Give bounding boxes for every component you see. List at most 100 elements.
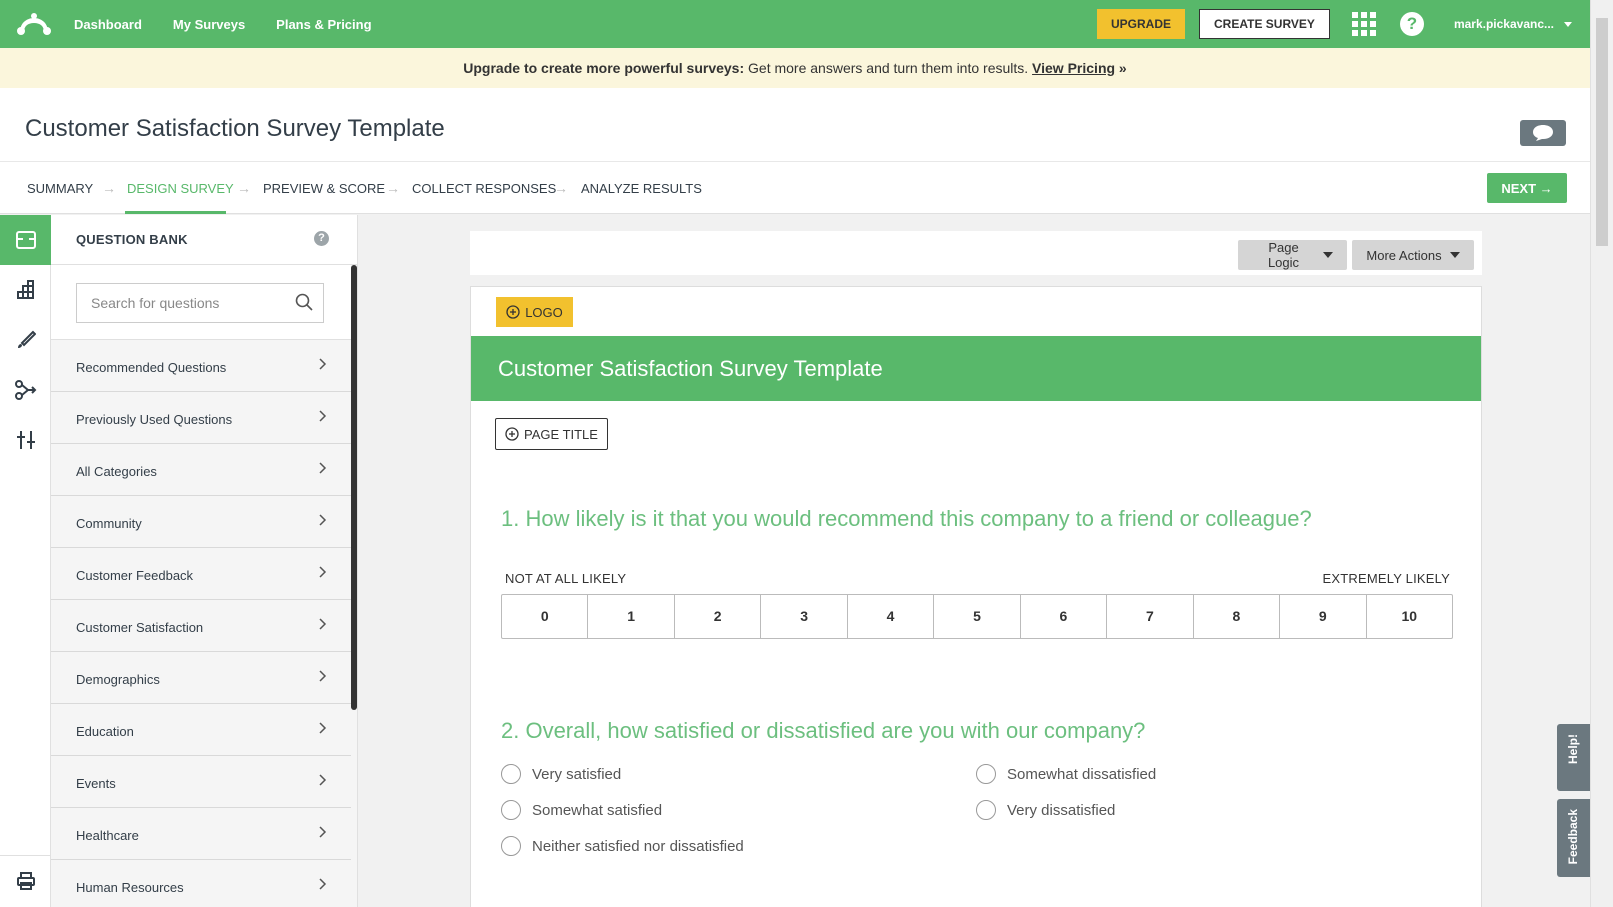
surveymonkey-logo-icon[interactable] bbox=[16, 12, 52, 36]
radio-option[interactable]: Somewhat satisfied bbox=[501, 800, 662, 820]
category-label: Education bbox=[76, 724, 134, 739]
list-item[interactable]: Demographics bbox=[51, 652, 351, 704]
window-scrollbar[interactable] bbox=[1590, 0, 1613, 907]
plus-circle-icon bbox=[506, 305, 520, 319]
feedback-tab-label: Feedback bbox=[1566, 809, 1580, 865]
radio-button[interactable] bbox=[501, 764, 521, 784]
radio-option[interactable]: Very satisfied bbox=[501, 764, 621, 784]
list-item[interactable]: Community bbox=[51, 496, 351, 548]
radio-button[interactable] bbox=[976, 764, 996, 784]
option-label: Very dissatisfied bbox=[1007, 801, 1116, 819]
add-page-title-button[interactable]: PAGE TITLE bbox=[495, 418, 608, 450]
nps-option[interactable]: 0 bbox=[502, 595, 589, 638]
chevron-right-icon bbox=[319, 878, 327, 890]
list-item[interactable]: Events bbox=[51, 756, 351, 808]
list-item[interactable]: All Categories bbox=[51, 444, 351, 496]
question-bank-tab[interactable] bbox=[0, 215, 51, 265]
logic-branch-icon bbox=[14, 380, 36, 400]
nav-my-surveys[interactable]: My Surveys bbox=[173, 17, 245, 32]
list-item[interactable]: Previously Used Questions bbox=[51, 392, 351, 444]
options-tab[interactable] bbox=[0, 415, 51, 465]
question-1-title[interactable]: 1. How likely is it that you would recom… bbox=[501, 506, 1312, 532]
category-label: Community bbox=[76, 516, 142, 531]
create-survey-button[interactable]: CREATE SURVEY bbox=[1199, 9, 1330, 39]
question-help-icon[interactable]: ? bbox=[314, 231, 329, 246]
nps-option[interactable]: 1 bbox=[588, 595, 675, 638]
nps-option[interactable]: 9 bbox=[1280, 595, 1367, 638]
nps-option[interactable]: 3 bbox=[761, 595, 848, 638]
logic-tab[interactable] bbox=[0, 365, 51, 415]
nps-option[interactable]: 4 bbox=[848, 595, 935, 638]
blocks-icon bbox=[16, 280, 34, 299]
radio-option[interactable]: Somewhat dissatisfied bbox=[976, 764, 1156, 784]
active-step-indicator bbox=[125, 211, 226, 214]
apps-grid-icon[interactable] bbox=[1351, 12, 1376, 36]
question-search bbox=[51, 265, 351, 340]
step-design-survey[interactable]: DESIGN SURVEY bbox=[127, 181, 234, 196]
page-logic-dropdown[interactable]: Page Logic bbox=[1238, 240, 1347, 270]
step-analyze-results[interactable]: ANALYZE RESULTS bbox=[581, 181, 702, 196]
add-logo-button[interactable]: LOGO bbox=[496, 297, 573, 327]
nps-option[interactable]: 7 bbox=[1107, 595, 1194, 638]
nps-option[interactable]: 2 bbox=[675, 595, 762, 638]
page-title-label: PAGE TITLE bbox=[524, 426, 598, 442]
question-2-title[interactable]: 2. Overall, how satisfied or dissatisfie… bbox=[501, 718, 1145, 744]
radio-button[interactable] bbox=[501, 836, 521, 856]
comments-button[interactable] bbox=[1520, 120, 1566, 146]
more-actions-dropdown[interactable]: More Actions bbox=[1352, 240, 1474, 270]
list-item[interactable]: Customer Satisfaction bbox=[51, 600, 351, 652]
step-preview-score[interactable]: PREVIEW & SCORE bbox=[263, 181, 385, 196]
chevron-right-icon bbox=[319, 670, 327, 682]
next-label: NEXT bbox=[1501, 180, 1537, 196]
view-pricing-link[interactable]: View Pricing bbox=[1032, 60, 1115, 76]
survey-steps: SUMMARY → DESIGN SURVEY → PREVIEW & SCOR… bbox=[0, 162, 1590, 214]
user-menu[interactable]: mark.pickavanc... bbox=[1454, 17, 1572, 31]
survey-header[interactable]: Customer Satisfaction Survey Template bbox=[471, 336, 1481, 401]
radio-option[interactable]: Neither satisfied nor dissatisfied bbox=[501, 836, 744, 856]
arrow-right-icon: → bbox=[386, 180, 400, 196]
banner-suffix: » bbox=[1115, 60, 1127, 76]
upgrade-button[interactable]: UPGRADE bbox=[1097, 9, 1186, 39]
next-button[interactable]: NEXT → bbox=[1487, 173, 1567, 203]
nav-right: UPGRADE CREATE SURVEY ? mark.pickavanc..… bbox=[1097, 0, 1590, 48]
survey-page: LOGO Customer Satisfaction Survey Templa… bbox=[470, 286, 1482, 907]
list-item[interactable]: Customer Feedback bbox=[51, 548, 351, 600]
radio-button[interactable] bbox=[976, 800, 996, 820]
title-bar: Customer Satisfaction Survey Template bbox=[0, 88, 1590, 162]
list-item[interactable]: Healthcare bbox=[51, 808, 351, 860]
feedback-tab[interactable]: Feedback bbox=[1557, 799, 1590, 877]
nav-plans-pricing[interactable]: Plans & Pricing bbox=[276, 17, 371, 32]
style-tab[interactable] bbox=[0, 315, 51, 365]
search-icon[interactable] bbox=[295, 293, 313, 311]
chevron-right-icon bbox=[319, 410, 327, 422]
builder-tab[interactable] bbox=[0, 265, 51, 315]
step-collect-responses[interactable]: COLLECT RESPONSES bbox=[412, 181, 556, 196]
scrollbar-thumb[interactable] bbox=[1596, 18, 1608, 246]
nps-option[interactable]: 6 bbox=[1021, 595, 1108, 638]
list-item[interactable]: Human Resources bbox=[51, 860, 351, 907]
chevron-right-icon bbox=[319, 462, 327, 474]
help-icon[interactable]: ? bbox=[1399, 12, 1424, 36]
help-tab[interactable]: Help! bbox=[1557, 724, 1590, 791]
arrow-right-icon: → bbox=[102, 180, 116, 196]
list-item[interactable]: Education bbox=[51, 704, 351, 756]
step-summary[interactable]: SUMMARY bbox=[27, 181, 93, 196]
sliders-icon bbox=[16, 431, 35, 449]
nps-option[interactable]: 10 bbox=[1367, 595, 1452, 638]
question-bank-scrollbar[interactable] bbox=[351, 265, 357, 710]
user-name: mark.pickavanc... bbox=[1453, 17, 1554, 31]
chevron-right-icon bbox=[319, 722, 327, 734]
nps-option[interactable]: 5 bbox=[934, 595, 1021, 638]
chevron-right-icon bbox=[319, 514, 327, 526]
list-item[interactable]: Recommended Questions bbox=[51, 340, 351, 392]
inbox-icon bbox=[15, 231, 36, 249]
nav-dashboard[interactable]: Dashboard bbox=[74, 17, 142, 32]
search-questions-input[interactable] bbox=[76, 283, 324, 323]
print-button[interactable] bbox=[0, 855, 51, 905]
radio-button[interactable] bbox=[501, 800, 521, 820]
help-tab-label: Help! bbox=[1566, 734, 1580, 764]
printer-icon bbox=[16, 871, 35, 890]
nps-option[interactable]: 8 bbox=[1194, 595, 1281, 638]
radio-option[interactable]: Very dissatisfied bbox=[976, 800, 1115, 820]
category-label: All Categories bbox=[76, 464, 157, 479]
